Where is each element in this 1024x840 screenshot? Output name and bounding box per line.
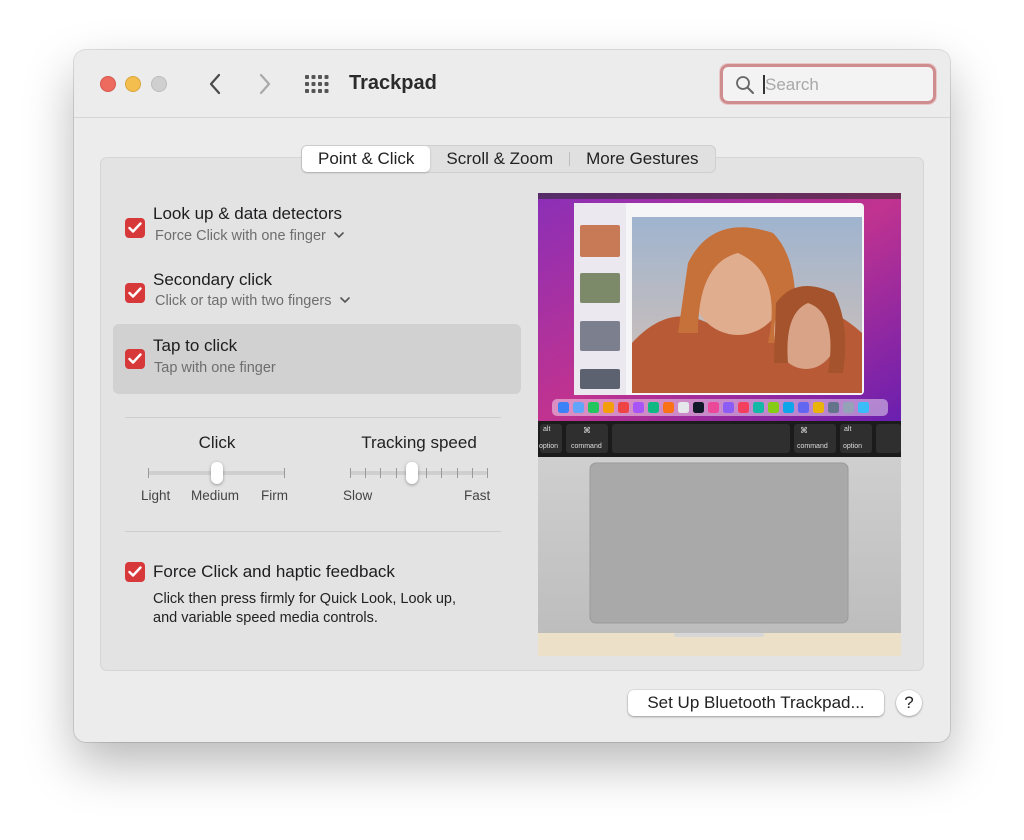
grid-icon [305,75,329,93]
dock-app-icon [828,402,839,413]
dock-app-icon [738,402,749,413]
secondary-click-value: Click or tap with two fingers [155,293,332,309]
window-title: Trackpad [349,72,437,94]
force-click-desc-line: and variable speed media controls. [153,610,378,626]
dock-app-icon [843,402,854,413]
tracking-speed-label: Tracking speed [361,433,477,452]
search-icon [736,76,754,94]
key-cmd-symbol: ⌘ [583,426,591,435]
dock-app-icon [723,402,734,413]
lookup-gesture-popup[interactable]: Force Click with one finger [155,228,344,244]
dock-app-icon [708,402,719,413]
show-all-button[interactable] [304,74,330,94]
click-slider-label: Click [198,433,236,452]
tracking-slider-knob[interactable] [405,462,418,484]
key-command-label: command [571,443,602,450]
click-slider-knob[interactable] [210,462,223,484]
dock-app-icon [588,402,599,413]
click-mid-label: Medium [191,488,240,503]
tracking-max-label: Fast [464,488,491,503]
slider-tick [441,468,443,478]
help-button[interactable]: ? [896,690,922,716]
secondary-click-popup[interactable]: Click or tap with two fingers [155,293,350,309]
slider-tick [426,468,428,478]
checkmark-icon [128,566,142,577]
gesture-preview: alt option ⌘ command ⌘ command alt optio… [538,193,901,656]
search-field[interactable] [720,64,936,104]
checkmark-icon [128,222,142,233]
dock-app-icon [603,402,614,413]
checkmark-icon [128,287,142,298]
dock-app-icon [633,402,644,413]
slider-tick [284,468,285,478]
tab-scroll-and-zoom[interactable]: Scroll & Zoom [430,146,569,172]
dock-app-icon [693,402,704,413]
key-cmd-symbol: ⌘ [800,426,808,435]
dock-app-icon [648,402,659,413]
secondary-click-checkbox[interactable] [125,283,145,303]
tab-bar: Point & Click Scroll & Zoom More Gesture… [301,145,716,173]
preview-illustration [538,193,901,656]
slider-tick [395,468,397,478]
dock-app-icon [783,402,794,413]
slider-tick [487,468,488,478]
lookup-label: Look up & data detectors [153,204,343,223]
tap-to-click-checkbox[interactable] [125,349,145,369]
tap-to-click-row[interactable] [113,324,521,394]
forward-button[interactable] [252,70,278,98]
slider-tick [350,468,351,478]
tab-more-gestures[interactable]: More Gestures [570,146,714,172]
force-click-checkbox[interactable] [125,562,145,582]
secondary-click-label: Secondary click [153,270,273,289]
divider [125,531,501,532]
chevron-left-icon [209,73,221,95]
search-input[interactable] [765,72,925,98]
slider-tick [365,468,367,478]
chevron-down-icon [339,297,350,304]
slider-tick [380,468,382,478]
click-min-label: Light [141,488,171,503]
key-alt-label: alt [844,426,852,433]
tap-to-click-subtitle: Tap with one finger [154,360,276,376]
dock-app-icon [753,402,764,413]
dock-app-icon [618,402,629,413]
click-max-label: Firm [261,488,288,503]
tracking-slider-track [350,471,487,475]
zoom-window-button[interactable] [151,76,167,92]
slider-tick [456,468,458,478]
slider-tick [471,468,473,478]
preferences-window: Trackpad Point & Click Scroll & Zoom Mor… [74,50,950,742]
lookup-gesture-value: Force Click with one finger [155,228,326,244]
key-alt-label: alt [543,426,551,433]
slider-tick [148,468,149,478]
force-click-label: Force Click and haptic feedback [153,562,395,581]
chevron-down-icon [334,232,344,239]
dock-app-icon [798,402,809,413]
force-click-description: Click then press firmly for Quick Look, … [153,590,456,628]
key-option-label: option [539,443,559,450]
dock-app-icon [663,402,674,413]
close-window-button[interactable] [100,76,116,92]
key-command-label: command [797,443,828,450]
key-option-label: option [843,443,863,450]
dock-app-icon [858,402,869,413]
force-click-desc-line: Click then press firmly for Quick Look, … [153,591,457,607]
tab-point-and-click[interactable]: Point & Click [302,146,431,172]
lookup-checkbox[interactable] [125,218,145,238]
minimize-window-button[interactable] [125,76,141,92]
back-button[interactable] [202,70,228,98]
title-bar: Trackpad [74,50,950,118]
checkmark-icon [128,353,142,364]
dock-app-icon [768,402,779,413]
tap-to-click-label: Tap to click [153,336,238,355]
dock-app-icon [558,402,569,413]
chevron-right-icon [259,73,271,95]
tracking-min-label: Slow [343,488,373,503]
dock-app-icon [678,402,689,413]
dock-app-icon [573,402,584,413]
divider [125,417,501,418]
dock-app-icon [813,402,824,413]
setup-bluetooth-trackpad-button[interactable]: Set Up Bluetooth Trackpad... [628,690,884,716]
